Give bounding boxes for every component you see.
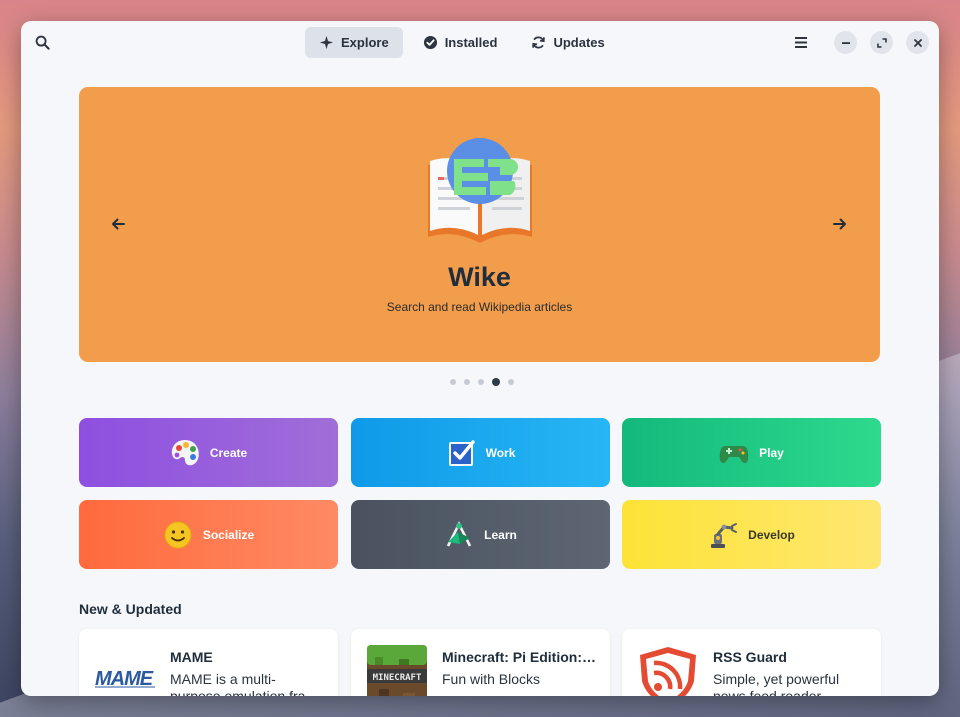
category-play[interactable]: Play — [622, 418, 881, 487]
arrow-right-icon — [833, 218, 846, 230]
section-title-new-updated: New & Updated — [79, 601, 182, 617]
mame-logo-icon: MAME — [95, 668, 155, 690]
category-socialize-label: Socialize — [202, 527, 255, 542]
carousel-previous-button[interactable] — [108, 214, 128, 234]
category-work-label: Work — [485, 445, 516, 460]
carousel-dot[interactable] — [508, 379, 514, 385]
app-card-description: Fun with Blocks — [442, 671, 541, 687]
category-socialize[interactable]: Socialize — [79, 500, 338, 569]
minimize-icon — [841, 41, 850, 44]
rss-shield-icon — [640, 647, 696, 696]
app-window: Explore Installed Updates Wike Search an… — [21, 21, 939, 696]
carousel-next-button[interactable] — [830, 214, 850, 234]
category-create-label: Create — [209, 445, 248, 460]
maximize-icon — [876, 37, 887, 48]
hamburger-menu-icon — [795, 36, 807, 48]
header-bar: Explore Installed Updates — [21, 21, 939, 63]
view-switcher: Explore Installed Updates — [305, 27, 619, 58]
category-learn[interactable]: Learn — [351, 500, 610, 569]
tab-explore[interactable]: Explore — [305, 27, 403, 58]
category-develop[interactable]: Develop — [622, 500, 881, 569]
app-card-name: MAME — [170, 649, 213, 665]
tab-updates-label: Updates — [553, 35, 605, 50]
carousel-dot[interactable] — [464, 379, 470, 385]
wike-app-icon — [428, 138, 532, 243]
search-button[interactable] — [30, 30, 54, 54]
palette-icon — [171, 439, 199, 465]
app-card-name: Minecraft: Pi Edition:… — [442, 649, 596, 665]
updates-refresh-icon — [532, 36, 546, 49]
robot-arm-icon — [711, 522, 738, 548]
tab-installed[interactable]: Installed — [409, 27, 512, 58]
svg-text:MINECRAFT: MINECRAFT — [373, 673, 422, 683]
app-card-mame[interactable]: MAME MAME MAME is a multi-purpose emulat… — [79, 629, 338, 696]
category-develop-label: Develop — [748, 527, 795, 542]
minimize-button[interactable] — [834, 31, 857, 54]
app-card-description: MAME is a multi-purpose emulation fra — [170, 671, 306, 696]
carousel-dot[interactable] — [478, 379, 484, 385]
featured-app-subtitle: Search and read Wikipedia articles — [386, 300, 573, 314]
carousel-dot[interactable] — [450, 379, 456, 385]
app-card-name: RSS Guard — [713, 649, 787, 665]
installed-check-icon — [423, 35, 437, 50]
app-card-minecraft-pi[interactable]: MINECRAFT Minecraft: Pi Edition:… Fun wi… — [351, 629, 610, 696]
close-button[interactable] — [906, 31, 929, 54]
arrow-left-icon — [112, 218, 125, 230]
tab-explore-label: Explore — [341, 35, 389, 50]
search-icon — [35, 35, 50, 50]
featured-app-banner[interactable]: Wike Search and read Wikipedia articles — [79, 87, 880, 362]
category-play-label: Play — [759, 445, 784, 460]
explore-icon — [319, 35, 334, 50]
featured-app-title: Wike — [448, 262, 511, 292]
app-card-description: Simple, yet powerful news feed reader — [713, 671, 840, 696]
carousel-dot-active[interactable] — [492, 378, 500, 386]
tab-installed-label: Installed — [444, 35, 498, 50]
compass-icon — [446, 520, 472, 547]
carousel-indicator — [450, 378, 514, 386]
app-card-rss-guard[interactable]: RSS Guard Simple, yet powerful news feed… — [622, 629, 881, 696]
category-work[interactable]: Work — [351, 418, 610, 487]
tab-updates[interactable]: Updates — [517, 27, 618, 58]
checkbox-icon — [448, 439, 475, 466]
smiley-icon — [164, 521, 192, 548]
category-learn-label: Learn — [484, 527, 517, 542]
maximize-button[interactable] — [870, 31, 893, 54]
gamepad-icon — [719, 445, 749, 463]
main-menu-button[interactable] — [791, 32, 811, 52]
minecraft-icon: MINECRAFT — [367, 645, 427, 696]
close-icon — [913, 38, 922, 47]
category-create[interactable]: Create — [79, 418, 338, 487]
